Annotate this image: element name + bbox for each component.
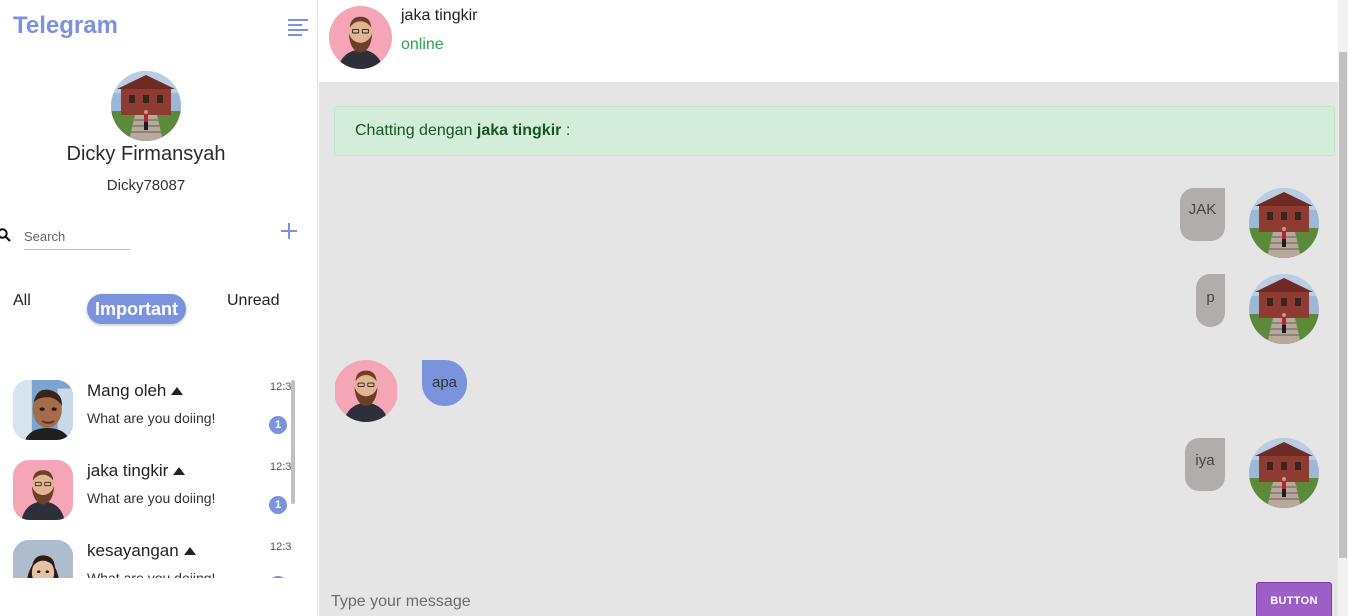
profile-avatar[interactable] — [111, 71, 181, 141]
send-button[interactable]: BUTTON — [1256, 582, 1332, 616]
chat-name: jaka tingkir — [87, 461, 186, 481]
sender-avatar — [1249, 438, 1319, 508]
chat-info-alert: Chatting dengan jaka tingkir : — [334, 106, 1335, 156]
chat-preview: What are you doiing! — [87, 490, 216, 506]
menu-icon[interactable] — [288, 19, 308, 36]
caret-up-icon — [173, 467, 186, 475]
chat-avatar — [13, 540, 73, 578]
alert-prefix: Chatting dengan — [355, 122, 473, 139]
message-bubble-outgoing[interactable]: iya — [1185, 438, 1225, 491]
message-composer: BUTTON — [319, 582, 1338, 616]
telegram-app: Telegram Dicky Firmansyah Dicky78087 All… — [0, 0, 1348, 616]
search-input[interactable] — [24, 224, 130, 250]
profile-username: Dicky78087 — [106, 177, 186, 194]
sender-avatar — [1249, 274, 1319, 344]
message-input[interactable] — [331, 590, 1231, 614]
chat-list-item[interactable]: Mang oleh What are you doiing! 12:30 1 — [0, 372, 298, 442]
tab-unread[interactable]: Unread — [227, 292, 279, 310]
tab-important[interactable]: Important — [87, 294, 186, 324]
alert-suffix: : — [565, 122, 571, 139]
chat-list-scrollbar[interactable] — [291, 380, 295, 504]
message-bubble-outgoing[interactable]: JAK — [1180, 188, 1225, 241]
sidebar: Telegram Dicky Firmansyah Dicky78087 All… — [0, 0, 318, 616]
chat-list-item[interactable]: kesayangan What are you doiing! 12:30 1 — [0, 532, 298, 578]
chat-time: 12:30 — [270, 541, 292, 553]
chat-time: 12:30 — [270, 461, 292, 473]
message-bubble-incoming[interactable]: apa — [422, 360, 467, 406]
chat-preview: What are you doiing! — [87, 410, 216, 426]
profile-name: Dicky Firmansyah — [66, 143, 226, 165]
unread-badge: 1 — [269, 416, 287, 434]
chat-header: jaka tingkir online — [319, 0, 1338, 82]
tab-all[interactable]: All — [13, 292, 31, 310]
chat-name: Mang oleh — [87, 381, 184, 401]
contact-message-avatar — [334, 360, 398, 422]
search-icon — [0, 228, 11, 242]
search-bar — [0, 224, 300, 254]
scrollbar-thumb[interactable] — [1339, 52, 1347, 558]
chat-avatar — [13, 380, 73, 440]
contact-status: online — [401, 36, 444, 53]
add-chat-icon[interactable] — [281, 223, 297, 239]
chat-panel: jaka tingkir online Chatting dengan jaka… — [319, 0, 1348, 616]
contact-avatar[interactable] — [329, 6, 392, 69]
app-brand: Telegram — [13, 12, 118, 39]
chat-list: Mang oleh What are you doiing! 12:30 1 j… — [0, 372, 298, 578]
caret-up-icon — [183, 547, 196, 555]
caret-up-icon — [171, 387, 184, 395]
message-bubble-outgoing[interactable]: p — [1196, 274, 1225, 327]
page-scrollbar[interactable] — [1338, 0, 1348, 616]
alert-contact-name: jaka tingkir — [476, 122, 562, 139]
chat-time: 12:30 — [270, 381, 292, 393]
unread-badge: 1 — [269, 496, 287, 514]
contact-name: jaka tingkir — [401, 7, 478, 24]
chat-list-item[interactable]: jaka tingkir What are you doiing! 12:30 … — [0, 452, 298, 522]
chat-name: kesayangan — [87, 541, 196, 561]
unread-badge: 1 — [269, 576, 287, 578]
chat-preview: What are you doiing! — [87, 570, 216, 578]
chat-avatar — [13, 460, 73, 520]
sender-avatar — [1249, 188, 1319, 258]
